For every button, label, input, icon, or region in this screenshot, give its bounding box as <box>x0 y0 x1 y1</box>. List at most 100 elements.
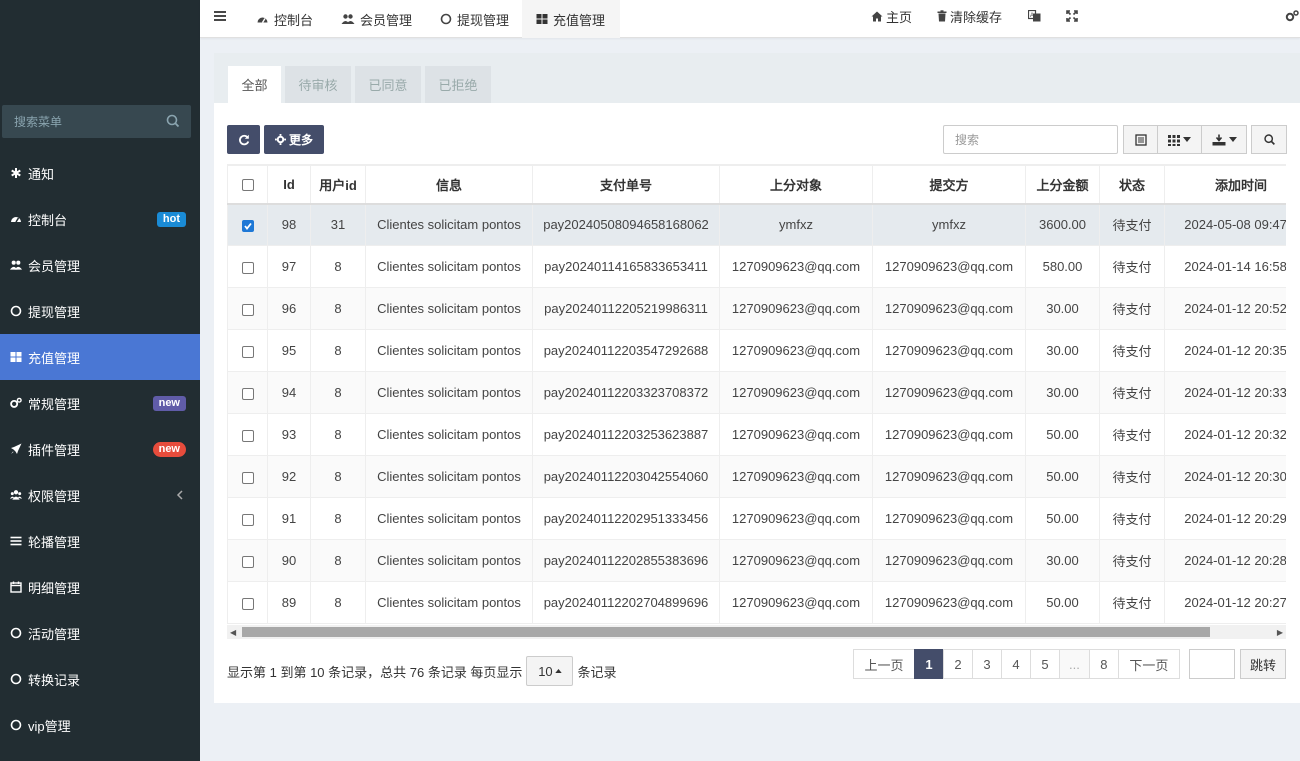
translate-icon: A <box>1028 10 1041 22</box>
cogs-icon <box>10 397 22 409</box>
column-header[interactable]: 用户id <box>310 165 366 205</box>
page-button[interactable]: 2 <box>943 649 973 679</box>
horizontal-scrollbar[interactable]: ◀ ▶ <box>227 625 1286 639</box>
tab-rejected[interactable]: 已拒绝 <box>425 66 491 103</box>
column-header[interactable]: 提交方 <box>872 165 1026 205</box>
tab-members[interactable]: 会员管理 <box>327 0 426 38</box>
fullscreen-button[interactable] <box>1066 0 1081 32</box>
settings-button[interactable] <box>1285 0 1300 32</box>
sidebar-item-withdraw[interactable]: 提现管理 <box>0 288 200 334</box>
row-checkbox[interactable] <box>241 429 254 442</box>
cell-id: 90 <box>267 539 311 582</box>
prev-page-button[interactable]: 上一页 <box>853 649 915 679</box>
sidebar-item-details[interactable]: 明细管理 <box>0 564 200 610</box>
sidebar-item-members[interactable]: 会员管理 <box>0 242 200 288</box>
cell-time: 2024-01-12 20:27:0 <box>1164 581 1286 624</box>
cell-order: pay20240112203253623887 <box>532 413 720 456</box>
row-checkbox[interactable] <box>241 219 254 232</box>
row-checkbox[interactable] <box>241 303 254 316</box>
sidebar-item-permissions[interactable]: 权限管理 <box>0 472 200 518</box>
sidebar-item-vip[interactable]: vip管理 <box>0 702 200 748</box>
search-button[interactable] <box>1251 125 1287 154</box>
scrollbar-thumb[interactable] <box>242 627 1210 637</box>
page-button[interactable]: 3 <box>972 649 1002 679</box>
table-row[interactable]: 91 8 Clientes solicitam pontos pay202401122… <box>227 497 1286 540</box>
tab-all[interactable]: 全部 <box>228 66 281 103</box>
row-checkbox[interactable] <box>241 513 254 526</box>
column-header[interactable]: 信息 <box>365 165 533 205</box>
refresh-button[interactable] <box>227 125 260 154</box>
hamburger-icon[interactable] <box>213 9 227 23</box>
cell-submitter: 1270909623@qq.com <box>872 371 1026 414</box>
page-button[interactable]: 1 <box>914 649 944 679</box>
column-header[interactable]: Id <box>267 165 311 205</box>
row-checkbox[interactable] <box>241 345 254 358</box>
page-button[interactable]: 5 <box>1030 649 1060 679</box>
sidebar-item-dashboard[interactable]: 控制台 hot <box>0 196 200 242</box>
clear-cache-button[interactable]: 清除缓存 <box>937 0 1002 32</box>
cell-time: 2024-01-14 16:58:3 <box>1164 245 1286 288</box>
table-row[interactable]: 95 8 Clientes solicitam pontos pay202401122… <box>227 329 1286 372</box>
translate-button[interactable]: A <box>1028 0 1044 32</box>
menu-search-input[interactable] <box>2 105 152 138</box>
row-checkbox[interactable] <box>241 597 254 610</box>
more-button[interactable]: 更多 <box>264 125 324 154</box>
export-button[interactable] <box>1201 125 1247 154</box>
jump-button[interactable]: 跳转 <box>1240 649 1286 679</box>
table-row[interactable]: 90 8 Clientes solicitam pontos pay202401122… <box>227 539 1286 582</box>
cell-submitter: 1270909623@qq.com <box>872 581 1026 624</box>
page-button[interactable]: 4 <box>1001 649 1031 679</box>
table-row[interactable]: 98 31 Clientes solicitam pontos pay20240508… <box>227 203 1286 246</box>
sidebar-item-general[interactable]: 常规管理 new <box>0 380 200 426</box>
row-checkbox[interactable] <box>241 555 254 568</box>
tab-recharge[interactable]: 充值管理 <box>522 0 620 38</box>
sidebar-item-recharge[interactable]: 充值管理 <box>0 334 200 380</box>
jump-page-input[interactable] <box>1189 649 1235 679</box>
tab-withdraw[interactable]: 提现管理 <box>426 0 523 38</box>
column-header[interactable]: 上分对象 <box>719 165 873 205</box>
search-icon[interactable] <box>165 113 181 129</box>
column-header[interactable]: 添加时间 <box>1164 165 1286 205</box>
scroll-left-icon[interactable]: ◀ <box>230 628 236 637</box>
table-row[interactable]: 92 8 Clientes solicitam pontos pay202401122… <box>227 455 1286 498</box>
cell-uid: 8 <box>310 371 366 414</box>
column-header[interactable]: 状态 <box>1099 165 1165 205</box>
tab-pending[interactable]: 待审核 <box>285 66 351 103</box>
table-row[interactable]: 93 8 Clientes solicitam pontos pay202401122… <box>227 413 1286 456</box>
scroll-right-icon[interactable]: ▶ <box>1277 628 1283 637</box>
sidebar-item-activities[interactable]: 活动管理 <box>0 610 200 656</box>
sidebar-menu: 通知 控制台 hot 会员管理 提现管理 充值管理 常规管理 new 插件管理 … <box>0 150 200 748</box>
next-page-button[interactable]: 下一页 <box>1117 649 1180 679</box>
table-row[interactable]: 89 8 Clientes solicitam pontos pay202401122… <box>227 581 1286 624</box>
column-header[interactable]: 支付单号 <box>532 165 720 205</box>
select-all-checkbox[interactable] <box>241 179 254 192</box>
cell-id: 93 <box>267 413 311 456</box>
table-row[interactable]: 94 8 Clientes solicitam pontos pay202401122… <box>227 371 1286 414</box>
columns-button[interactable] <box>1157 125 1202 154</box>
tab-dashboard[interactable]: 控制台 <box>242 0 327 38</box>
cell-status: 待支付 <box>1099 245 1165 288</box>
column-header[interactable]: 上分金额 <box>1025 165 1100 205</box>
refresh-icon <box>238 134 249 145</box>
row-checkbox[interactable] <box>241 387 254 400</box>
sidebar-item-plugins[interactable]: 插件管理 new <box>0 426 200 472</box>
search-icon <box>1263 134 1275 145</box>
table-row[interactable]: 97 8 Clientes solicitam pontos pay202401141… <box>227 245 1286 288</box>
toggle-view-button[interactable] <box>1123 125 1158 154</box>
tab-approved[interactable]: 已同意 <box>355 66 421 103</box>
sidebar-item-notice[interactable]: 通知 <box>0 150 200 196</box>
table-row[interactable]: 96 8 Clientes solicitam pontos pay202401122… <box>227 287 1286 330</box>
page-button[interactable]: 8 <box>1088 649 1119 679</box>
row-checkbox[interactable] <box>241 261 254 274</box>
home-link[interactable]: 主页 <box>871 0 912 32</box>
sidebar-item-carousel[interactable]: 轮播管理 <box>0 518 200 564</box>
table-search-input[interactable] <box>944 126 1117 153</box>
data-table: Id 用户id 信息 支付单号 上分对象 提交方 上分金额 状态 添加时间 98… <box>227 164 1286 624</box>
row-select-cell <box>227 413 268 456</box>
row-checkbox[interactable] <box>241 471 254 484</box>
page-size-dropdown[interactable]: 10 <box>526 656 574 686</box>
cell-time: 2024-01-12 20:33:2 <box>1164 371 1286 414</box>
sidebar: 通知 控制台 hot 会员管理 提现管理 充值管理 常规管理 new 插件管理 … <box>0 0 200 761</box>
sidebar-item-conversion[interactable]: 转换记录 <box>0 656 200 702</box>
sidebar-item-label: 轮播管理 <box>28 534 81 550</box>
